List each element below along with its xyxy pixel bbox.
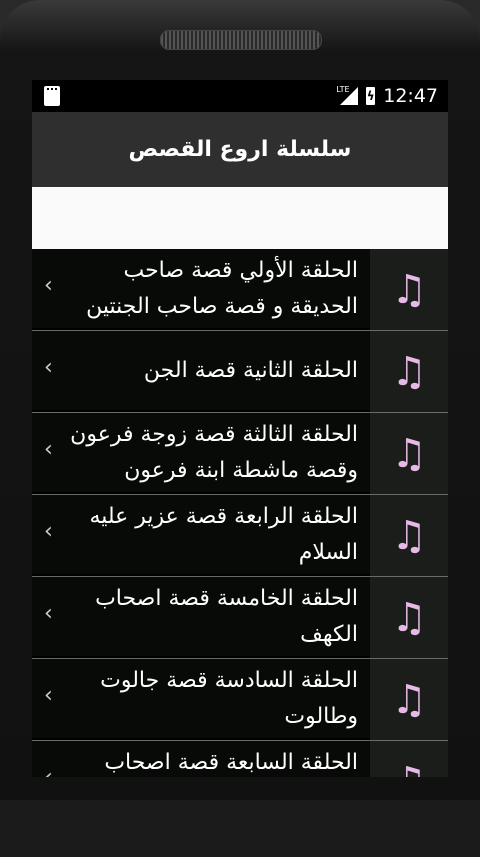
list-item-label: الحلقة الخامسة قصة اصحاب الكهف (95, 586, 358, 647)
list-item[interactable]: ♫ ‹ الحلقة الثالثة قصة زوجة فرعون وقصة م… (32, 413, 448, 495)
chevron-left-icon: ‹ (44, 355, 53, 380)
chevron-left-icon: ‹ (44, 519, 53, 544)
action-bar: سلسلة اروع القصص (32, 112, 448, 187)
list-item-label: الحلقة الرابعة قصة عزير عليه السلام (89, 504, 358, 565)
status-time: 12:47 (383, 85, 438, 107)
speaker-grille (160, 30, 322, 50)
list-item-label: الحلقة الثالثة قصة زوجة فرعون وقصة ماشطة… (70, 422, 358, 483)
list-item[interactable]: ♫ ‹ الحلقة السادسة قصة جالوت وطالوت (32, 659, 448, 741)
music-note-icon: ♫ (391, 430, 427, 477)
signal-icon: LTE (336, 85, 359, 105)
chevron-left-icon: ‹ (44, 273, 53, 298)
sd-card-icon (44, 86, 60, 106)
list-item[interactable]: ♫ ‹ الحلقة السابعة قصة اصحاب (32, 741, 448, 777)
screen: LTE ϟ 12:47 سلسلة اروع القصص ♫ ‹ الحلقة … (32, 80, 448, 777)
list-item[interactable]: ♫ ‹ الحلقة الأولي قصة صاحب الحديقة و قصة… (32, 249, 448, 331)
chevron-left-icon: ‹ (44, 601, 53, 626)
music-note-icon: ♫ (391, 266, 427, 313)
list-item-label: الحلقة السادسة قصة جالوت وطالوت (100, 668, 358, 729)
list-item[interactable]: ♫ ‹ الحلقة الخامسة قصة اصحاب الكهف (32, 577, 448, 659)
music-note-icon: ♫ (391, 512, 427, 559)
list-item[interactable]: ♫ ‹ الحلقة الرابعة قصة عزير عليه السلام (32, 495, 448, 577)
list-item-label: الحلقة السابعة قصة اصحاب (104, 750, 358, 775)
status-right: LTE ϟ 12:47 (336, 85, 438, 107)
music-note-icon: ♫ (391, 348, 427, 395)
music-note-icon: ♫ (391, 594, 427, 641)
ad-banner[interactable] (32, 187, 448, 249)
chevron-left-icon: ‹ (44, 683, 53, 708)
device-bottom-bezel (0, 800, 480, 857)
music-note-icon: ♫ (391, 762, 427, 778)
battery-charging-icon: ϟ (366, 87, 376, 105)
list-item[interactable]: ♫ ‹ الحلقة الثانية قصة الجن (32, 331, 448, 413)
status-bar: LTE ϟ 12:47 (32, 80, 448, 112)
chevron-left-icon: ‹ (44, 437, 53, 462)
music-note-icon: ♫ (391, 676, 427, 723)
episode-list: ♫ ‹ الحلقة الأولي قصة صاحب الحديقة و قصة… (32, 249, 448, 777)
chevron-left-icon: ‹ (44, 765, 53, 777)
list-item-label: الحلقة الأولي قصة صاحب الحديقة و قصة صاح… (86, 258, 358, 319)
page-title: سلسلة اروع القصص (128, 137, 352, 162)
